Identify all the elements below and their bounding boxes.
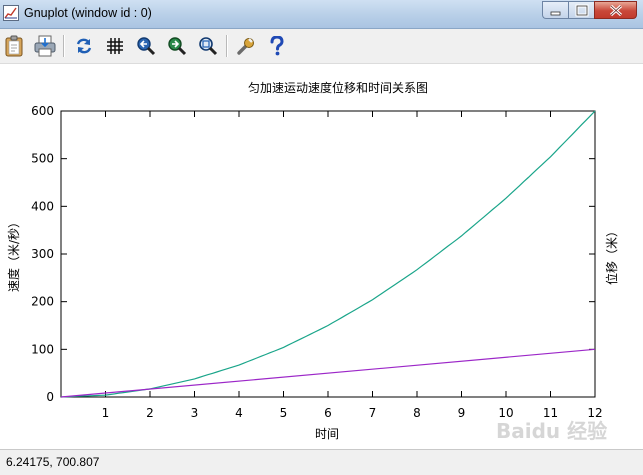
y2-axis-label: 位移（米）	[604, 225, 619, 285]
mouse-coordinates: 6.24175, 700.807	[6, 455, 100, 469]
refresh-icon[interactable]	[72, 34, 96, 58]
x-tick-label: 2	[146, 406, 154, 420]
status-bar: 6.24175, 700.807	[0, 449, 643, 475]
grid-icon[interactable]	[103, 34, 127, 58]
y-tick-label: 300	[31, 247, 54, 261]
window-controls	[542, 1, 637, 19]
toolbar	[0, 29, 643, 64]
y-tick-label: 400	[31, 199, 54, 213]
wrench-icon[interactable]	[234, 34, 258, 58]
x-axis-label: 时间	[315, 427, 339, 441]
close-button[interactable]	[594, 1, 637, 19]
x-tick-label: 5	[280, 406, 288, 420]
gnuplot-window: Gnuplot (window id : 0) 匀加速运动速度位移和时间关系图 …	[0, 0, 643, 475]
window-title: Gnuplot (window id : 0)	[24, 6, 152, 20]
x-tick-label: 1	[102, 406, 110, 420]
y-tick-label: 100	[31, 342, 54, 356]
maximize-button[interactable]	[568, 1, 594, 19]
zoom-forward-icon[interactable]	[165, 34, 189, 58]
chart-svg[interactable]: 匀加速运动速度位移和时间关系图 0 100 200 300 400 500 600 1 2 3 4 5 6…	[0, 64, 643, 448]
title-bar[interactable]: Gnuplot (window id : 0)	[0, 0, 643, 29]
y-tick-label: 0	[46, 390, 54, 404]
plot-border	[60, 110, 596, 398]
x-tick-label: 7	[369, 406, 377, 420]
question-mark-icon[interactable]	[265, 34, 289, 58]
x-tick-label: 8	[413, 406, 421, 420]
x-tick-label: 9	[458, 406, 466, 420]
y-tick-label: 200	[31, 295, 54, 309]
chart-title: 匀加速运动速度位移和时间关系图	[248, 80, 428, 95]
x-tick-label: 4	[235, 406, 243, 420]
clipboard-icon[interactable]	[2, 34, 26, 58]
gnuplot-app-icon[interactable]	[3, 5, 19, 21]
series-line-1	[60, 110, 596, 398]
zoom-back-icon[interactable]	[134, 34, 158, 58]
zoom-autoscale-icon[interactable]	[196, 34, 220, 58]
printer-icon[interactable]	[33, 34, 57, 58]
y-tick-label: 500	[31, 152, 54, 166]
y-tick-label: 600	[31, 104, 54, 118]
minimize-button[interactable]	[542, 1, 568, 19]
plot-canvas[interactable]: 匀加速运动速度位移和时间关系图 0 100 200 300 400 500 600 1 2 3 4 5 6…	[0, 64, 643, 448]
x-tick-label: 3	[191, 406, 199, 420]
toolbar-separator	[226, 35, 228, 57]
toolbar-separator	[63, 35, 65, 57]
baidu-watermark: Baidu 经验	[496, 419, 608, 443]
x-tick-label: 6	[324, 406, 332, 420]
y-axis-label: 速度（米/秒）	[6, 216, 21, 292]
series-line-2	[60, 348, 596, 398]
